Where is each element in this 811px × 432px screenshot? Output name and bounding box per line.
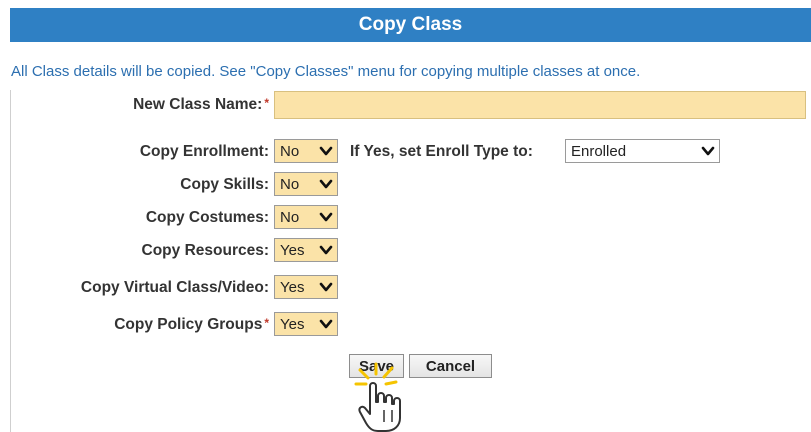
copy-enrollment-select[interactable]: No xyxy=(274,139,338,163)
copy-costumes-select[interactable]: No xyxy=(274,205,338,229)
new-class-name-input[interactable] xyxy=(274,91,806,119)
copy-resources-value: Yes xyxy=(280,241,305,259)
copy-virtual-value: Yes xyxy=(280,278,305,296)
copy-skills-value: No xyxy=(280,175,300,193)
info-note: All Class details will be copied. See "C… xyxy=(11,63,641,80)
copy-costumes-label: Copy Costumes: xyxy=(145,209,269,226)
copy-policy-label-text: Copy Policy Groups xyxy=(114,316,263,333)
chevron-down-icon xyxy=(319,146,333,156)
copy-enrollment-label: Copy Enrollment: xyxy=(139,143,269,160)
new-class-name-label-text: New Class Name: xyxy=(133,96,263,113)
copy-enrollment-value: No xyxy=(280,142,300,160)
copy-virtual-select[interactable]: Yes xyxy=(274,275,338,299)
enroll-type-select[interactable]: Enrolled xyxy=(565,139,720,163)
chevron-down-icon xyxy=(319,319,333,329)
copy-policy-select[interactable]: Yes xyxy=(274,312,338,336)
copy-resources-label: Copy Resources: xyxy=(141,242,269,259)
copy-resources-select[interactable]: Yes xyxy=(274,238,338,262)
copy-virtual-label: Copy Virtual Class/Video: xyxy=(80,279,269,296)
enroll-type-value: Enrolled xyxy=(571,142,627,160)
chevron-down-icon xyxy=(319,212,333,222)
required-marker: * xyxy=(264,316,269,330)
cancel-button[interactable]: Cancel xyxy=(409,354,492,378)
copy-skills-select[interactable]: No xyxy=(274,172,338,196)
chevron-down-icon xyxy=(319,245,333,255)
form-left-border xyxy=(10,90,11,432)
required-marker: * xyxy=(264,96,269,110)
dialog-title: Copy Class xyxy=(10,8,811,42)
copy-policy-label: Copy Policy Groups * xyxy=(114,316,269,334)
hand-cursor-icon xyxy=(354,362,401,432)
copy-costumes-value: No xyxy=(280,208,300,226)
chevron-down-icon xyxy=(701,146,715,156)
new-class-name-label: New Class Name: * xyxy=(133,96,269,114)
copy-skills-label: Copy Skills: xyxy=(180,176,269,193)
enroll-type-label: If Yes, set Enroll Type to: xyxy=(350,143,533,160)
chevron-down-icon xyxy=(319,282,333,292)
copy-policy-value: Yes xyxy=(280,315,305,333)
chevron-down-icon xyxy=(319,179,333,189)
